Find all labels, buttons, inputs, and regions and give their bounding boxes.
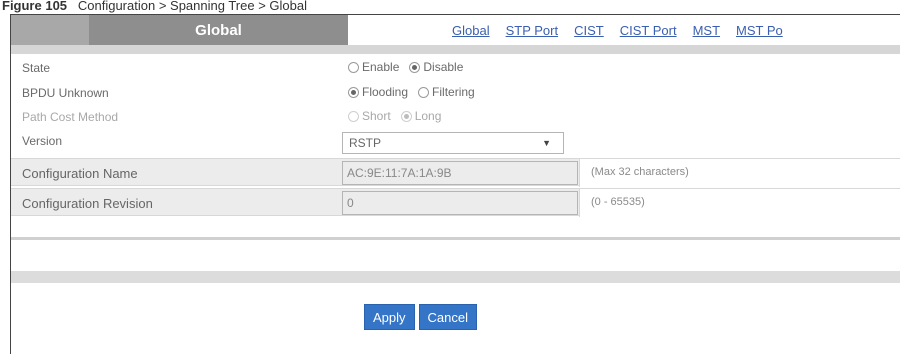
path-cost-short-label: Short (362, 109, 391, 123)
footer-divider (11, 271, 900, 283)
tab-link-global[interactable]: Global (452, 23, 490, 38)
figure-title: Configuration > Spanning Tree > Global (77, 0, 307, 13)
header-divider (11, 45, 900, 54)
form-actions: Apply Cancel (364, 304, 477, 330)
configuration-name-row: Configuration Name AC:9E:11:7A:1A:9B (Ma… (11, 158, 900, 187)
tab-link-mst-port[interactable]: MST Po (736, 23, 783, 38)
state-enable-radio[interactable] (348, 61, 359, 73)
cancel-button[interactable]: Cancel (418, 304, 477, 330)
bpdu-flooding-radio[interactable] (348, 86, 359, 98)
apply-button[interactable]: Apply (364, 304, 415, 330)
bpdu-flooding-option[interactable]: Flooding (348, 85, 408, 99)
spanning-tree-global-panel: Global Global STP Port CIST CIST Port MS… (10, 14, 900, 354)
form-divider (11, 237, 900, 240)
bpdu-unknown-label: BPDU Unknown (22, 86, 109, 100)
path-cost-long-option[interactable]: Long (400, 109, 442, 123)
bpdu-filtering-radio[interactable] (418, 86, 430, 98)
bpdu-filtering-option[interactable]: Filtering (418, 85, 475, 99)
configuration-revision-hint: (0 - 65535) (579, 189, 900, 217)
path-cost-long-radio[interactable] (400, 110, 412, 122)
figure-label: Figure 105 (2, 0, 68, 13)
state-enable-label: Enable (362, 60, 400, 74)
bpdu-filtering-label: Filtering (432, 85, 475, 99)
tab-link-mst[interactable]: MST (693, 23, 720, 38)
chevron-down-icon: ▼ (542, 138, 551, 148)
state-disable-label: Disable (423, 60, 464, 74)
state-disable-radio[interactable] (409, 61, 421, 73)
tab-link-cist[interactable]: CIST (574, 23, 604, 38)
bpdu-flooding-label: Flooding (362, 85, 409, 99)
version-select[interactable]: RSTP ▼ (342, 132, 564, 154)
configuration-name-input[interactable]: AC:9E:11:7A:1A:9B (342, 161, 578, 185)
tab-global-active[interactable]: Global (89, 15, 348, 45)
state-disable-option[interactable]: Disable (409, 60, 463, 74)
tab-spacer (11, 15, 89, 45)
version-label: Version (22, 134, 63, 148)
configuration-revision-label: Configuration Revision (22, 196, 153, 211)
path-cost-method-label: Path Cost Method (22, 110, 119, 124)
path-cost-long-label: Long (414, 109, 442, 123)
configuration-name-hint: (Max 32 characters) (579, 159, 900, 187)
version-select-value: RSTP (349, 136, 382, 150)
path-cost-method-row: Path Cost Method Short Long (11, 106, 900, 130)
path-cost-short-option[interactable]: Short (348, 109, 391, 123)
state-label: State (22, 61, 51, 75)
tab-link-stp-port[interactable]: STP Port (506, 23, 559, 38)
path-cost-short-radio[interactable] (348, 110, 359, 122)
tab-links: Global STP Port CIST CIST Port MST MST P… (348, 15, 900, 45)
configuration-revision-row: Configuration Revision 0 (0 - 65535) (11, 188, 900, 217)
tab-link-cist-port[interactable]: CIST Port (620, 23, 677, 38)
bpdu-unknown-row: BPDU Unknown Flooding Filtering (11, 82, 900, 106)
tab-bar: Global Global STP Port CIST CIST Port MS… (11, 15, 900, 45)
configuration-revision-input[interactable]: 0 (342, 191, 578, 215)
state-enable-option[interactable]: Enable (348, 60, 399, 74)
version-row: Version RSTP ▼ (11, 130, 900, 156)
state-row: State Enable Disable (11, 57, 900, 81)
configuration-name-label: Configuration Name (22, 166, 138, 181)
